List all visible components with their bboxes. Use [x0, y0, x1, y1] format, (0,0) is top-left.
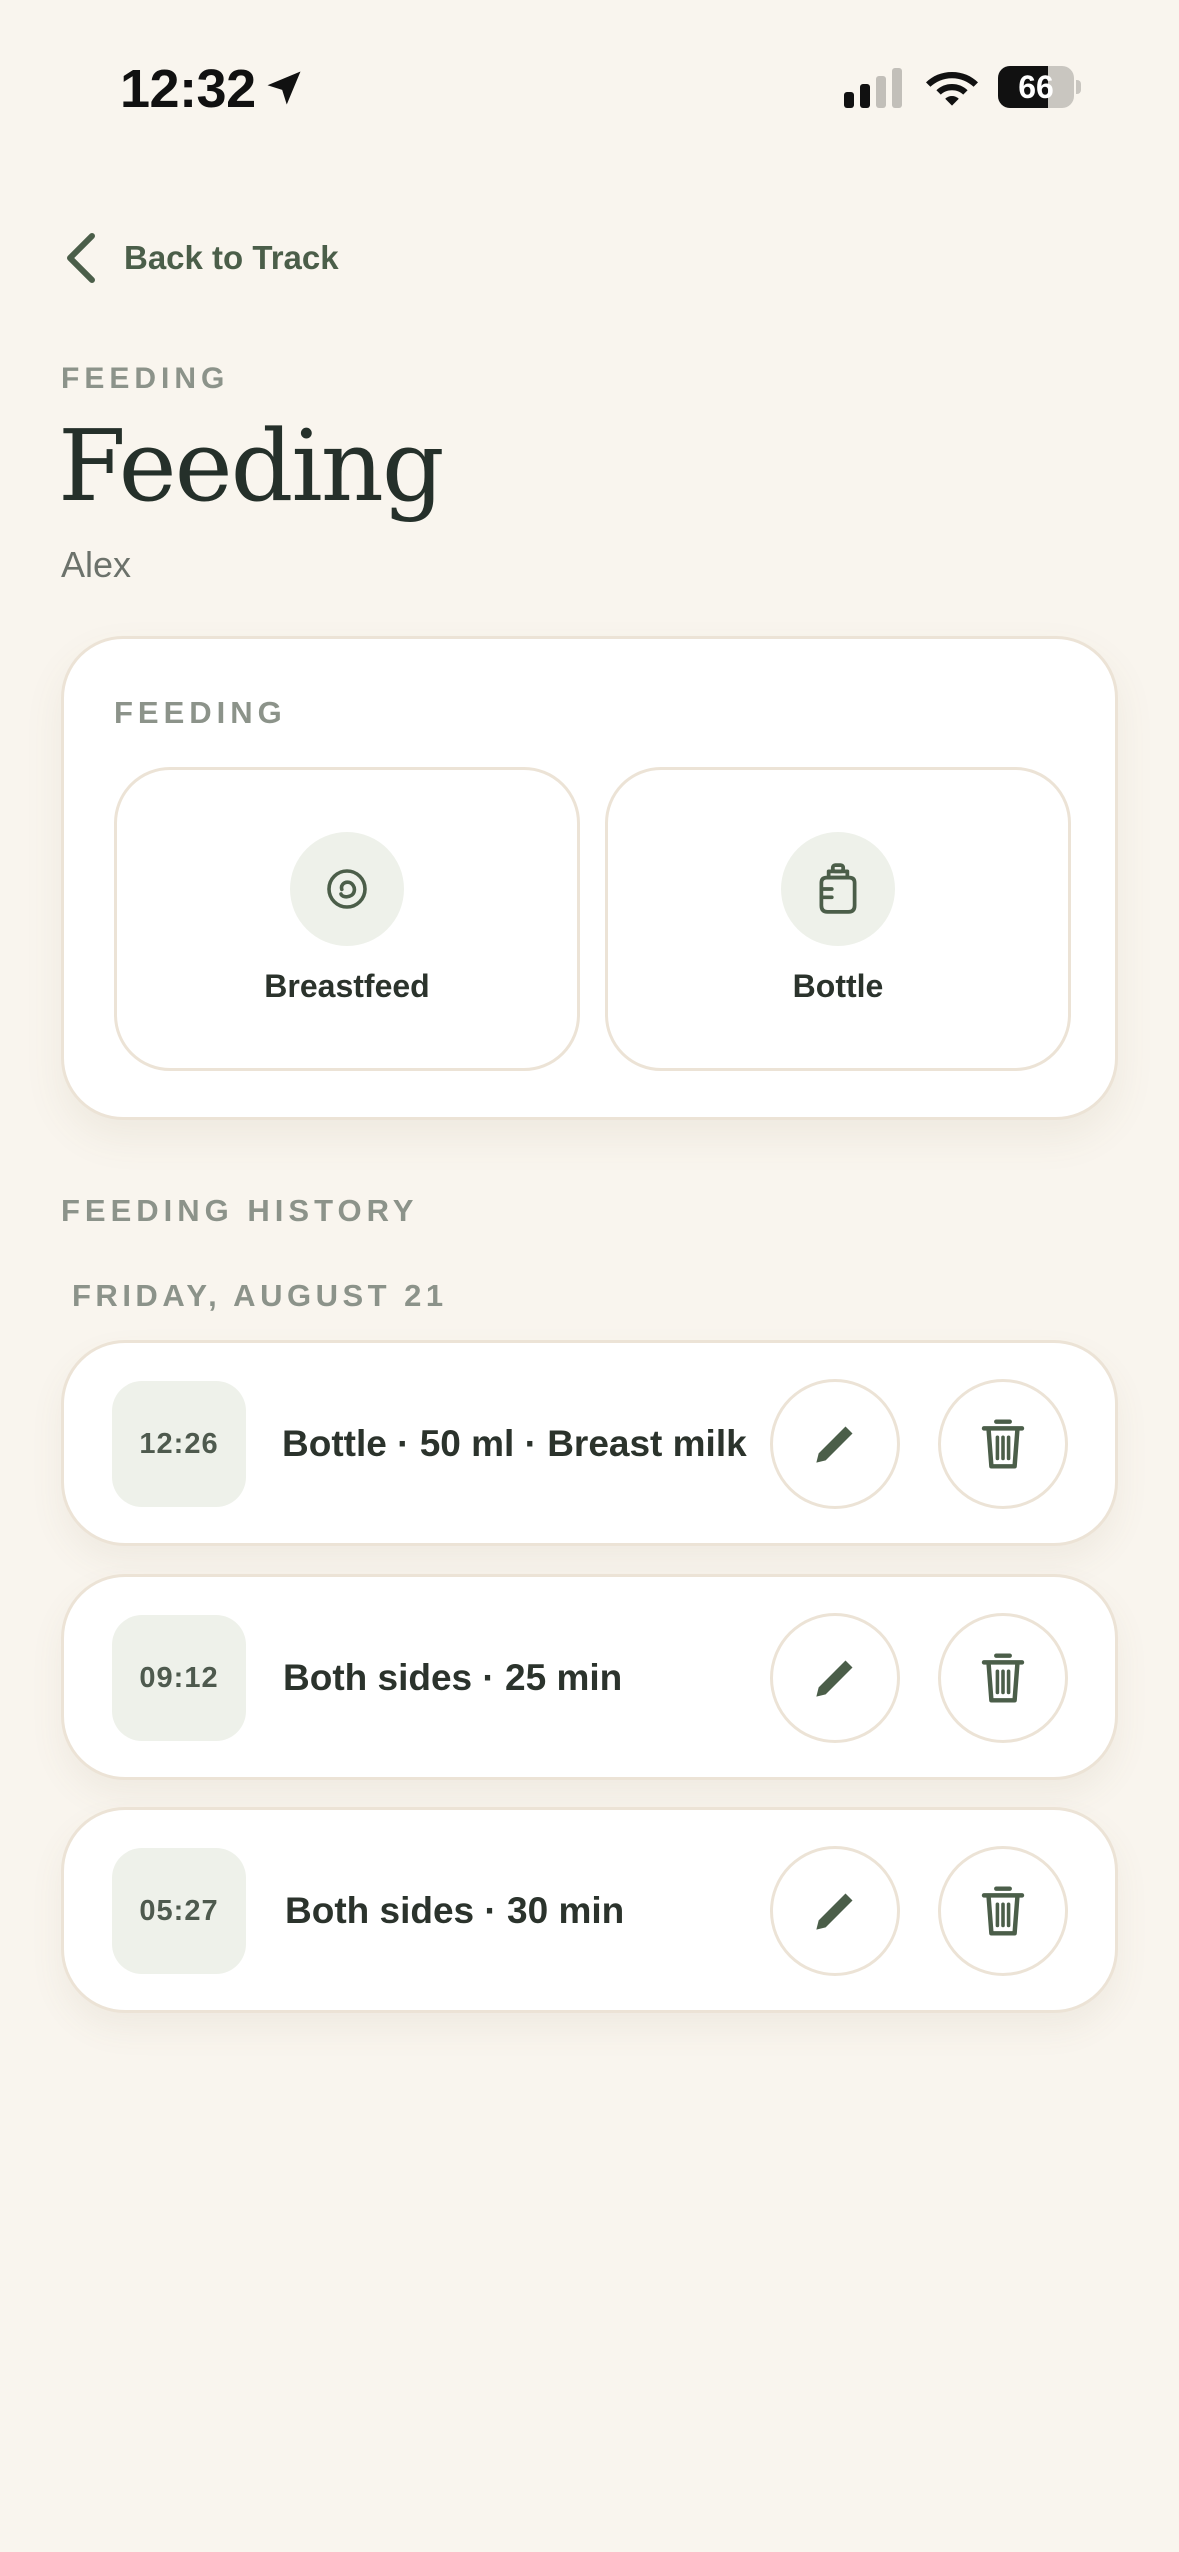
- edit-entry-button[interactable]: [770, 1613, 900, 1743]
- history-date: FRIDAY, AUGUST 21: [72, 1278, 448, 1313]
- battery-level: 66: [1018, 68, 1054, 105]
- trash-icon: [981, 1886, 1025, 1936]
- delete-entry-button[interactable]: [938, 1379, 1068, 1509]
- bottle-icon-circle: [781, 832, 895, 946]
- entry-time-badge: 12:26: [112, 1381, 246, 1507]
- edit-entry-button[interactable]: [770, 1379, 900, 1509]
- history-entry: 12:26 Bottle · 50 ml · Breast milk: [61, 1340, 1118, 1546]
- page-title: Feeding: [58, 410, 445, 524]
- history-heading: FEEDING HISTORY: [61, 1193, 419, 1228]
- feeding-screen: 12:32 66 Back to Track FEEDING Feeding A…: [0, 0, 1179, 2552]
- entry-description: Both sides · 30 min: [285, 1889, 625, 1931]
- entry-description: Bottle · 50 ml · Breast milk: [282, 1422, 747, 1464]
- pencil-icon: [816, 1426, 853, 1463]
- status-time: 12:32: [120, 59, 256, 119]
- feeding-options-card: FEEDING Breastfeed Bottle: [61, 636, 1118, 1120]
- chevron-left-icon: [67, 233, 95, 283]
- back-to-track-button[interactable]: Back to Track: [62, 226, 339, 290]
- bottle-button[interactable]: Bottle: [605, 767, 1071, 1071]
- pencil-icon: [816, 1893, 853, 1930]
- history-entry: 05:27 Both sides · 30 min: [61, 1807, 1118, 2013]
- feeding-card-label: FEEDING: [114, 695, 287, 730]
- cellular-signal-icon: [844, 68, 902, 108]
- breastfeed-icon: [327, 869, 367, 909]
- entry-time-badge: 05:27: [112, 1848, 246, 1974]
- edit-entry-button[interactable]: [770, 1846, 900, 1976]
- back-label: Back to Track: [124, 239, 339, 276]
- delete-entry-button[interactable]: [938, 1613, 1068, 1743]
- trash-icon: [981, 1419, 1025, 1469]
- history-entry: 09:12 Both sides · 25 min: [61, 1574, 1118, 1780]
- delete-entry-button[interactable]: [938, 1846, 1068, 1976]
- trash-icon: [981, 1653, 1025, 1703]
- bottle-label: Bottle: [792, 968, 884, 1004]
- pencil-icon: [816, 1660, 853, 1697]
- battery-icon: 66: [998, 66, 1081, 108]
- wifi-icon: [926, 72, 978, 106]
- breastfeed-button[interactable]: Breastfeed: [114, 767, 580, 1071]
- location-arrow-icon: [267, 71, 301, 105]
- battery-tip: [1076, 80, 1081, 94]
- entry-description: Both sides · 25 min: [283, 1656, 623, 1698]
- page-eyebrow: FEEDING: [61, 362, 230, 395]
- bottle-icon: [819, 863, 857, 914]
- battery-body: 66: [998, 66, 1074, 108]
- breastfeed-label: Breastfeed: [264, 968, 430, 1004]
- entry-time-badge: 09:12: [112, 1615, 246, 1741]
- breastfeed-icon-circle: [290, 832, 404, 946]
- child-name: Alex: [61, 544, 132, 585]
